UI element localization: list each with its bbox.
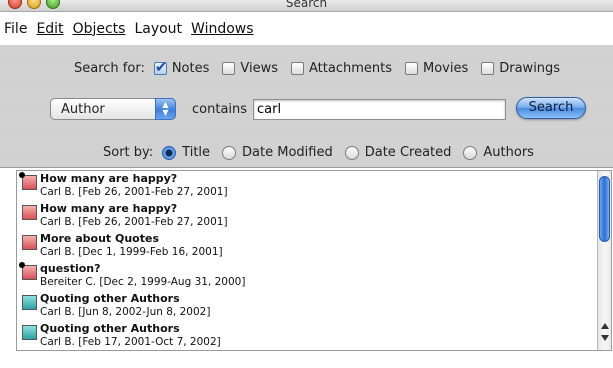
scroll-down-arrow-icon[interactable] — [601, 335, 609, 341]
drawings-checkbox[interactable] — [481, 62, 495, 75]
results-list[interactable]: How many are happy? Carl B. [Feb 26, 200… — [16, 170, 612, 351]
search-for-row: Search for: ✔ Notes Views Attachments Mo… — [74, 58, 573, 76]
item-title: How many are happy? — [40, 202, 178, 215]
attachments-option[interactable]: Attachments — [291, 61, 392, 76]
sort-date-created-radio[interactable] — [344, 145, 359, 160]
menu-objects[interactable]: Objects — [73, 21, 126, 37]
sort-date-modified-radio[interactable] — [222, 145, 237, 160]
menu-edit[interactable]: Edit — [36, 21, 63, 37]
sort-date-created-label: Date Created — [364, 145, 452, 160]
list-item[interactable]: How many are happy? Carl B. [Feb 26, 200… — [17, 201, 597, 231]
results-items: How many are happy? Carl B. [Feb 26, 200… — [17, 171, 597, 350]
item-meta: Carl B. [Jun 8, 2002-Jun 8, 2002] — [40, 306, 211, 318]
item-title: question? — [40, 262, 101, 275]
item-title: More about Quotes — [40, 232, 159, 245]
operator-label: contains — [192, 101, 248, 117]
list-item[interactable]: How many are happy? Carl B. [Feb 26, 200… — [17, 171, 597, 201]
search-for-label: Search for: — [74, 61, 145, 76]
drawings-option[interactable]: Drawings — [481, 61, 560, 76]
field-popup-value: Author — [61, 101, 105, 117]
scroll-up-arrow-icon[interactable] — [601, 323, 609, 329]
item-meta: Carl B. [Feb 26, 2001-Feb 27, 2001] — [40, 216, 228, 228]
sort-authors-option[interactable]: Authors — [463, 145, 534, 160]
views-option[interactable]: Views — [222, 61, 278, 76]
criteria-row: Author ▲ ▼ contains — [50, 98, 507, 120]
sort-title-label: Title — [182, 145, 211, 160]
search-button[interactable]: Search — [516, 97, 586, 119]
attachments-checkbox[interactable] — [291, 62, 304, 75]
item-meta: Carl B. [Dec 1, 1999-Feb 16, 2001] — [40, 246, 223, 258]
note-icon — [22, 235, 37, 250]
window-title-bar: Search — [0, 0, 613, 12]
menu-edit-label: Edit — [36, 20, 64, 37]
sort-authors-label: Authors — [483, 145, 534, 160]
sort-date-created-option[interactable]: Date Created — [344, 145, 452, 160]
vertical-scrollbar[interactable] — [597, 171, 611, 350]
item-title: Quoting other Authors — [40, 292, 180, 305]
sort-date-modified-option[interactable]: Date Modified — [222, 145, 333, 160]
menu-bar: File Edit Objects Layout Windows — [0, 12, 613, 45]
notes-option[interactable]: ✔ Notes — [153, 58, 210, 76]
note-icon — [22, 175, 37, 190]
menu-objects-label: Objects — [72, 20, 126, 37]
menu-windows-label: Windows — [191, 20, 254, 37]
list-item[interactable]: question? Bereiter C. [Dec 2, 1999-Aug 3… — [17, 261, 597, 291]
menu-layout[interactable]: Layout — [134, 21, 182, 37]
sort-authors-radio[interactable] — [463, 145, 478, 160]
views-label: Views — [240, 61, 278, 76]
drawings-label: Drawings — [499, 61, 561, 76]
note-icon — [22, 295, 37, 310]
attachments-label: Attachments — [309, 61, 392, 76]
sort-date-modified-label: Date Modified — [242, 145, 333, 160]
sort-row: Sort by: Title Date Modified Date Create… — [103, 145, 546, 160]
menu-windows[interactable]: Windows — [191, 21, 254, 37]
note-icon — [22, 205, 37, 220]
notes-label: Notes — [171, 61, 210, 76]
movies-label: Movies — [422, 61, 469, 76]
sort-title-option[interactable]: Title — [162, 145, 210, 160]
search-input[interactable] — [253, 98, 507, 120]
pin-icon — [19, 262, 25, 268]
sort-title-radio[interactable] — [162, 145, 177, 160]
movies-checkbox[interactable] — [404, 62, 418, 75]
sort-by-label: Sort by: — [103, 145, 154, 160]
movies-option[interactable]: Movies — [404, 61, 469, 76]
up-down-arrows-icon: ▲ ▼ — [155, 98, 176, 120]
list-item[interactable]: Quoting other Authors Carl B. [Jun 8, 20… — [17, 291, 597, 321]
note-icon — [22, 325, 37, 340]
views-checkbox[interactable] — [222, 62, 236, 75]
list-item[interactable]: More about Quotes Carl B. [Dec 1, 1999-F… — [17, 231, 597, 261]
notes-checkbox[interactable]: ✔ — [153, 58, 167, 76]
note-icon — [22, 265, 37, 280]
field-popup[interactable]: Author ▲ ▼ — [50, 98, 176, 120]
item-meta: Carl B. [Feb 17, 2001-Oct 7, 2002] — [40, 336, 221, 348]
search-toolbar: Search for: ✔ Notes Views Attachments Mo… — [0, 45, 613, 168]
menu-file[interactable]: File — [4, 21, 27, 37]
item-title: Quoting other Authors — [40, 322, 180, 335]
scrollbar-thumb[interactable] — [599, 176, 610, 242]
list-item[interactable]: Quoting other Authors Carl B. [Feb 17, 2… — [17, 321, 597, 350]
check-mark-icon: ✔ — [154, 58, 168, 76]
pin-icon — [19, 172, 25, 178]
item-meta: Carl B. [Feb 26, 2001-Feb 27, 2001] — [40, 186, 228, 198]
window-title: Search — [285, 0, 328, 10]
item-title: How many are happy? — [40, 172, 178, 185]
item-meta: Bereiter C. [Dec 2, 1999-Aug 31, 2000] — [40, 276, 246, 288]
